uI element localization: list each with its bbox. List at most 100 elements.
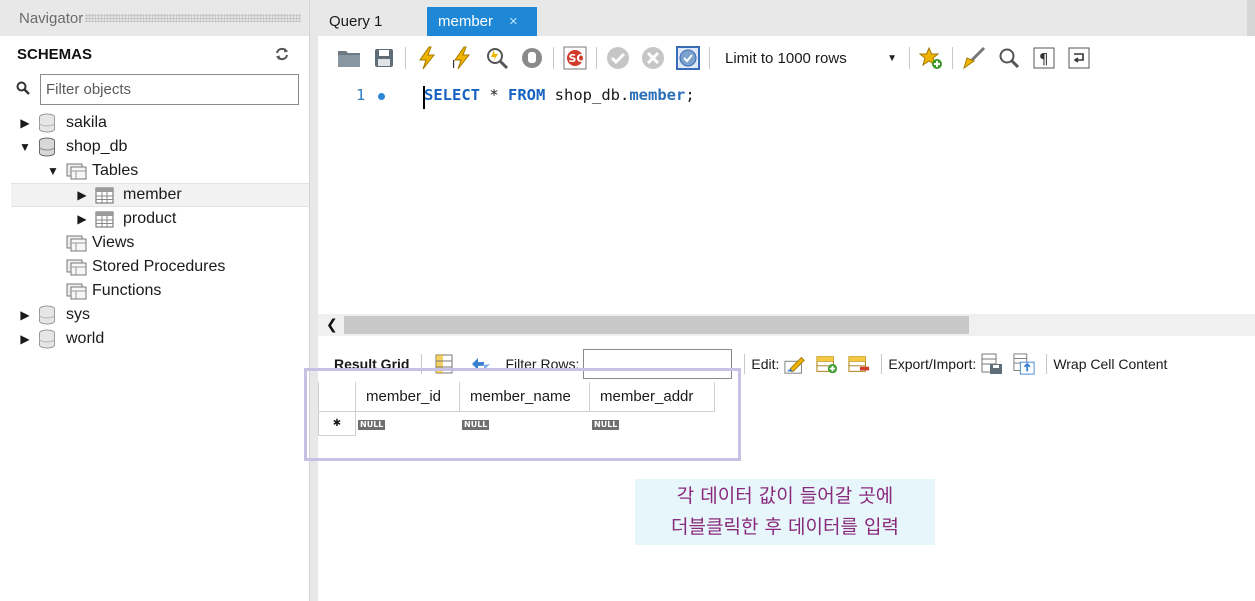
tree-item-world[interactable]: ▶ world [0, 327, 309, 351]
explain-icon[interactable] [485, 46, 509, 70]
database-icon [39, 329, 55, 349]
tree-item-member[interactable]: ▶ member [11, 183, 309, 207]
tab-scroll-button[interactable] [1247, 0, 1255, 36]
tab-bar: Query 1 member × [318, 0, 1255, 36]
add-snippet-icon[interactable] [919, 46, 943, 70]
sql-keyword: SELECT [424, 86, 480, 104]
chevron-down-icon: ▼ [887, 52, 897, 64]
svg-text:I: I [452, 58, 455, 70]
save-icon[interactable] [372, 46, 396, 70]
open-folder-icon[interactable] [337, 46, 361, 70]
delete-row-icon[interactable] [848, 353, 870, 375]
edit-row-icon[interactable] [784, 353, 806, 375]
tree-item-label: sys [66, 306, 90, 323]
toolbar-separator [909, 47, 910, 69]
tab-label: Query 1 [329, 13, 383, 30]
tree-item-label: sakila [66, 114, 107, 131]
panel-drag-handle[interactable] [85, 14, 301, 22]
insert-row-icon[interactable] [816, 353, 838, 375]
limit-rows-select[interactable]: Limit to 1000 rows ▼ [719, 45, 903, 71]
toolbar-separator [709, 47, 710, 69]
folder-procedures-icon [66, 259, 87, 276]
expand-arrow-icon[interactable]: ▶ [76, 212, 88, 226]
collapse-arrow-icon[interactable]: ▼ [19, 140, 31, 154]
collapse-arrow-icon[interactable]: ▼ [47, 164, 59, 178]
folder-functions-icon [66, 283, 87, 300]
table-icon [95, 187, 114, 203]
navigator-header: Navigator [0, 0, 309, 36]
database-icon [39, 113, 55, 133]
callout-line-2: 더블클릭한 후 데이터를 입력 [671, 516, 899, 538]
import-icon[interactable] [1013, 353, 1035, 375]
tab-query-1[interactable]: Query 1 [318, 7, 420, 36]
svg-text:¶: ¶ [1039, 50, 1049, 68]
instruction-callout: 각 데이터 값이 들어갈 곳에 더블클릭한 후 데이터를 입력 [635, 479, 935, 545]
schema-tree: ▶ sakila ▼ shop_db ▼ Tables ▶ member ▶ p… [0, 111, 309, 351]
tree-item-functions[interactable]: Functions [0, 279, 309, 303]
folder-views-icon [66, 235, 87, 252]
tree-item-product[interactable]: ▶ product [0, 207, 309, 231]
toolbar-separator [952, 47, 953, 69]
tree-item-label: Functions [92, 282, 162, 299]
editor-horizontal-scrollbar[interactable]: ❮ [318, 314, 1255, 336]
stop-on-error-icon[interactable]: SQ [563, 46, 587, 70]
autocommit-toggle-icon[interactable] [676, 46, 700, 70]
highlight-box [304, 368, 741, 461]
tab-label: member [438, 13, 494, 30]
tree-item-sakila[interactable]: ▶ sakila [0, 111, 309, 135]
tab-member[interactable]: member × [427, 7, 537, 36]
find-icon[interactable] [997, 46, 1021, 70]
export-icon[interactable] [981, 353, 1003, 375]
sql-code-line[interactable]: SELECT * FROM shop_db.member; [424, 86, 695, 104]
rollback-icon[interactable] [641, 46, 665, 70]
tree-item-sys[interactable]: ▶ sys [0, 303, 309, 327]
expand-arrow-icon[interactable]: ▶ [19, 332, 31, 346]
commit-icon[interactable] [606, 46, 630, 70]
database-icon [39, 305, 55, 325]
execute-icon[interactable] [415, 46, 439, 70]
tree-item-tables[interactable]: ▼ Tables [0, 159, 309, 183]
toolbar-separator [405, 47, 406, 69]
toolbar-separator [596, 47, 597, 69]
scroll-left-icon[interactable]: ❮ [326, 316, 338, 333]
tree-item-views[interactable]: Views [0, 231, 309, 255]
beautify-icon[interactable] [962, 46, 986, 70]
tree-item-label: world [66, 330, 105, 347]
toolbar-separator [744, 354, 746, 374]
expand-arrow-icon[interactable]: ▶ [19, 308, 31, 322]
svg-text:SQ: SQ [569, 52, 586, 65]
word-wrap-icon[interactable] [1067, 46, 1091, 70]
toolbar-separator [881, 354, 883, 374]
tree-item-label: member [123, 186, 182, 203]
toolbar-separator [553, 47, 554, 69]
tree-item-shop-db[interactable]: ▼ shop_db [0, 135, 309, 159]
sql-star: * [480, 86, 508, 104]
stop-icon[interactable] [520, 46, 544, 70]
database-icon [39, 137, 55, 157]
export-import-label: Export/Import: [888, 356, 977, 372]
filter-objects-input[interactable] [40, 73, 299, 105]
execute-current-icon[interactable]: I [450, 46, 474, 70]
tree-item-label: Views [92, 234, 135, 251]
scrollbar-thumb[interactable] [344, 316, 969, 334]
sql-keyword: FROM [508, 86, 546, 104]
sql-schema: shop_db. [545, 86, 630, 104]
expand-arrow-icon[interactable]: ▶ [76, 188, 88, 202]
invisible-chars-icon[interactable]: ¶ [1032, 46, 1056, 70]
filter-row [0, 72, 309, 106]
refresh-icon[interactable] [273, 45, 291, 63]
sql-editor[interactable]: 1 SELECT * FROM shop_db.member; [318, 80, 1255, 314]
edit-label: Edit: [751, 356, 780, 372]
wrap-cell-label: Wrap Cell Content [1053, 356, 1168, 372]
navigator-title: Navigator [19, 9, 84, 27]
sql-table: member [629, 86, 686, 104]
tree-item-stored-procedures[interactable]: Stored Procedures [0, 255, 309, 279]
splitter[interactable] [310, 0, 318, 601]
tree-item-label: shop_db [66, 138, 128, 155]
callout-line-1: 각 데이터 값이 들어갈 곳에 [676, 485, 894, 507]
toolbar-separator [1046, 354, 1048, 374]
close-icon[interactable]: × [509, 13, 518, 30]
statement-marker-icon [378, 93, 385, 100]
expand-arrow-icon[interactable]: ▶ [19, 116, 31, 130]
schemas-header: SCHEMAS [0, 36, 309, 72]
